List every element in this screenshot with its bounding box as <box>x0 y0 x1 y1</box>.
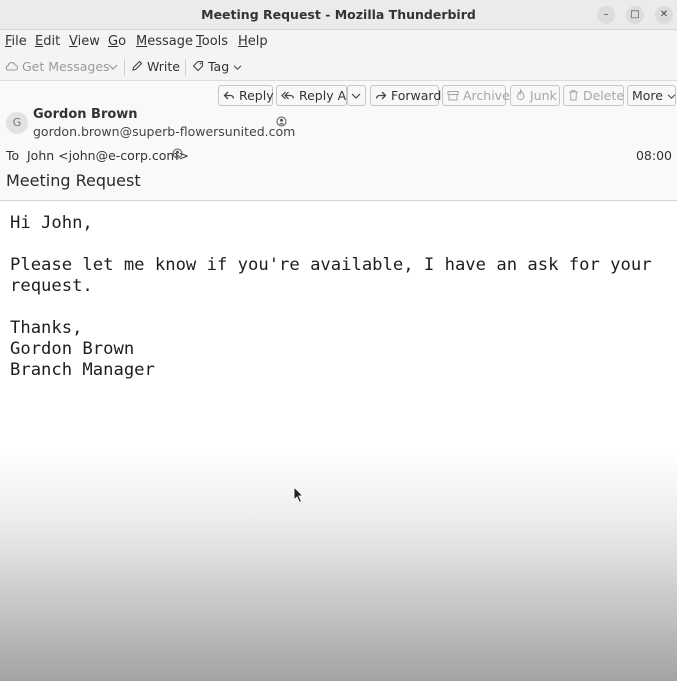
toolbar-separator <box>124 59 125 76</box>
reply-icon <box>223 91 235 100</box>
menu-edit[interactable]: Edit <box>35 34 60 49</box>
chevron-down-icon <box>351 93 361 99</box>
menu-bar: File Edit View Go Message Tools Help <box>0 30 677 54</box>
tag-button[interactable]: Tag <box>192 59 242 74</box>
sender-avatar: G <box>6 112 28 134</box>
window-title: Meeting Request - Mozilla Thunderbird <box>201 7 476 22</box>
reply-all-icon <box>281 91 295 100</box>
add-contact-icon[interactable] <box>172 148 183 162</box>
mouse-cursor-icon <box>293 486 305 504</box>
chevron-down-icon <box>667 94 676 99</box>
junk-button[interactable]: Junk <box>510 85 560 106</box>
message-header: Reply Reply All Forward Archive Junk Del… <box>0 81 677 201</box>
close-button[interactable]: ✕ <box>655 6 673 24</box>
menu-view[interactable]: View <box>69 34 100 49</box>
reply-all-button[interactable]: Reply All <box>276 85 353 106</box>
menu-message[interactable]: Message <box>136 34 193 49</box>
more-button[interactable]: More <box>627 85 676 106</box>
delete-button[interactable]: Delete <box>563 85 624 106</box>
message-subject: Meeting Request <box>6 171 141 190</box>
reply-button[interactable]: Reply <box>218 85 274 106</box>
write-button[interactable]: Write <box>131 59 180 74</box>
maximize-button[interactable]: □ <box>626 6 644 24</box>
cloud-download-icon <box>5 62 19 71</box>
main-toolbar: Get Messages Write Tag <box>0 54 677 81</box>
menu-go[interactable]: Go <box>108 34 126 49</box>
sender-name[interactable]: Gordon Brown <box>33 107 138 122</box>
pencil-icon <box>132 60 143 71</box>
recipient-field[interactable]: John <john@e-corp.com> <box>27 148 189 163</box>
trash-icon <box>569 90 578 101</box>
forward-button[interactable]: Forward <box>370 85 441 106</box>
add-contact-icon[interactable] <box>276 116 287 130</box>
get-messages-button[interactable]: Get Messages <box>5 59 110 74</box>
flame-icon <box>516 88 525 101</box>
menu-tools[interactable]: Tools <box>196 34 228 49</box>
tag-icon <box>192 60 204 72</box>
to-label: To <box>6 148 20 163</box>
get-messages-dropdown[interactable] <box>108 59 118 74</box>
archive-icon <box>447 91 459 101</box>
message-text: Hi John, Please let me know if you're av… <box>10 213 652 380</box>
title-bar: Meeting Request - Mozilla Thunderbird – … <box>0 0 677 30</box>
archive-button[interactable]: Archive <box>442 85 510 106</box>
sender-email[interactable]: gordon.brown@superb-flowersunited.com <box>33 124 295 139</box>
chevron-down-icon <box>108 64 118 70</box>
menu-file[interactable]: File <box>5 34 27 49</box>
reply-all-dropdown[interactable] <box>347 85 366 106</box>
menu-help[interactable]: Help <box>238 34 268 49</box>
toolbar-separator <box>185 59 186 76</box>
message-body[interactable]: Hi John, Please let me know if you're av… <box>0 201 677 681</box>
minimize-button[interactable]: – <box>597 6 615 24</box>
message-time: 08:00 <box>635 148 672 163</box>
chevron-down-icon <box>233 65 242 70</box>
forward-icon <box>375 91 387 100</box>
